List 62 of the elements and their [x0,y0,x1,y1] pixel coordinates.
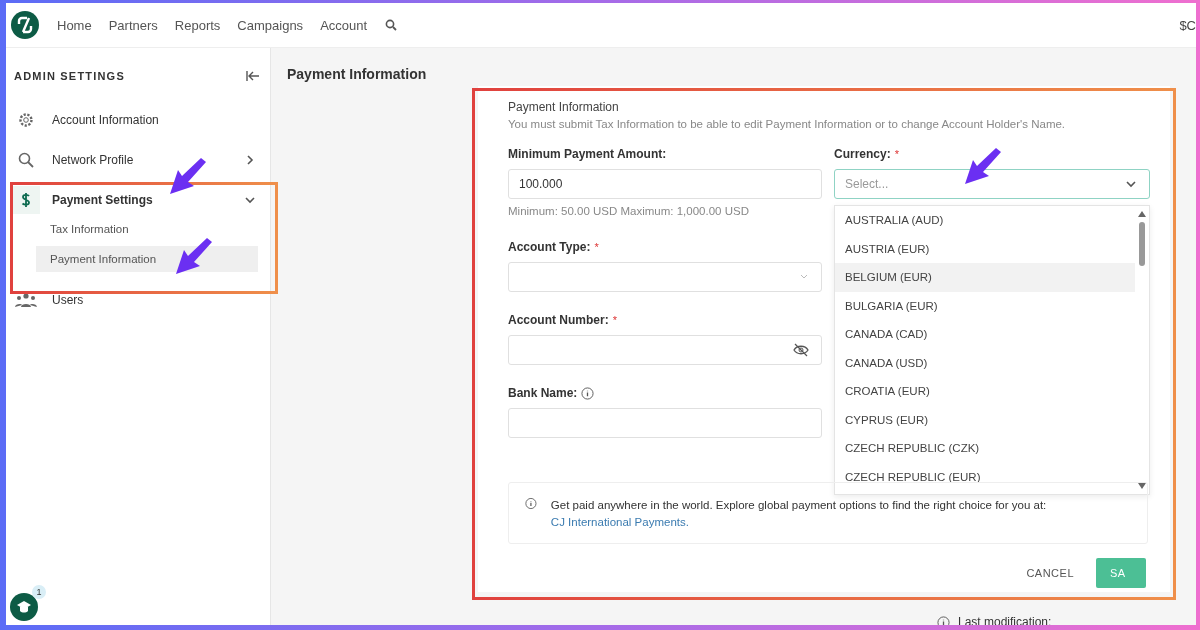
scrollbar-thumb[interactable] [1139,222,1145,266]
cancel-button[interactable]: CANCEL [1022,558,1078,588]
annotation-arrow [174,238,214,276]
sidebar-subitem[interactable]: Tax Information [36,216,258,242]
dropdown-option[interactable]: CYPRUS (EUR) [835,405,1135,434]
sidebar-item[interactable]: Users [6,288,270,312]
input-field[interactable]: 100.000 [508,169,822,199]
field-label: Currency: [834,147,891,161]
sidebar-subitem[interactable]: Payment Information [36,246,258,272]
logo[interactable] [10,10,40,40]
account-menu[interactable]: $C [1179,17,1196,33]
field-label: Minimum Payment Amount: [508,147,667,161]
help-button[interactable] [10,593,38,621]
collapse-icon[interactable] [246,70,260,82]
nav-link[interactable]: Home [57,17,92,33]
sidebar-item[interactable]: Payment Settings [6,188,270,212]
sidebar-title: ADMIN SETTINGS [14,70,125,82]
notification-badge: 1 [32,585,46,599]
users-icon [15,292,37,308]
eye-off-icon[interactable] [793,343,809,357]
dropdown-option[interactable]: AUSTRIA (EUR) [835,234,1135,263]
dropdown-option[interactable]: CANADA (CAD) [835,320,1135,349]
page-title: Payment Information [287,66,428,82]
dropdown-option[interactable]: BELGIUM (EUR) [835,263,1135,292]
graduation-cap-icon [16,600,32,614]
required-mark: * [612,314,617,326]
notice-text: You must submit Tax Information to be able to edit Payment Information or to change Account Holder's Name. [508,118,1067,130]
annotation-arrow [963,148,1003,186]
info-icon [525,497,537,510]
info-icon [937,615,950,625]
scroll-down-icon[interactable] [1137,482,1147,490]
search-icon[interactable] [385,19,398,31]
nav-link[interactable]: Account [320,17,368,33]
required-mark: * [594,241,599,253]
field-label: Account Type: [508,240,591,254]
dropdown-option[interactable]: AUSTRALIA (AUD) [835,206,1135,235]
annotation-arrow [168,158,208,196]
search-icon [17,151,35,169]
info-text: Get paid anywhere in the world. Explore global payment options to find the right choice for you at: CJ International Payments. [550,498,1048,529]
input-field[interactable] [508,335,822,365]
section-heading: Payment Information [508,100,620,114]
dropdown-option[interactable]: BULGARIA (EUR) [835,291,1135,320]
sidebar-item[interactable]: Network Profile [6,148,270,172]
field-label: Account Number: [508,313,609,327]
dropdown-option[interactable]: CZECH REPUBLIC (EUR) [835,462,1135,491]
field-label: Bank Name: [508,386,578,400]
chevron-icon [1125,178,1137,190]
dropdown-option[interactable]: CANADA (USD) [835,348,1135,377]
nav-link[interactable]: Campaigns [237,17,304,33]
dropdown-option[interactable]: CROATIA (EUR) [835,377,1135,406]
gear-icon [17,111,35,129]
hint-text: Minimum: 50.00 USD Maximum: 1,000.00 USD [508,205,750,217]
info-icon [581,386,595,400]
dropdown-option[interactable]: CZECH REPUBLIC (CZK) [835,434,1135,463]
required-mark: * [894,148,899,160]
input-field[interactable] [508,408,822,438]
input-field[interactable] [508,262,822,292]
sidebar-item[interactable]: Account Information [6,108,270,132]
nav-link[interactable]: Reports [174,17,221,33]
international-payments-link[interactable]: CJ International Payments. [550,516,689,528]
scroll-up-icon[interactable] [1137,210,1147,218]
nav-link[interactable]: Partners [108,17,158,33]
